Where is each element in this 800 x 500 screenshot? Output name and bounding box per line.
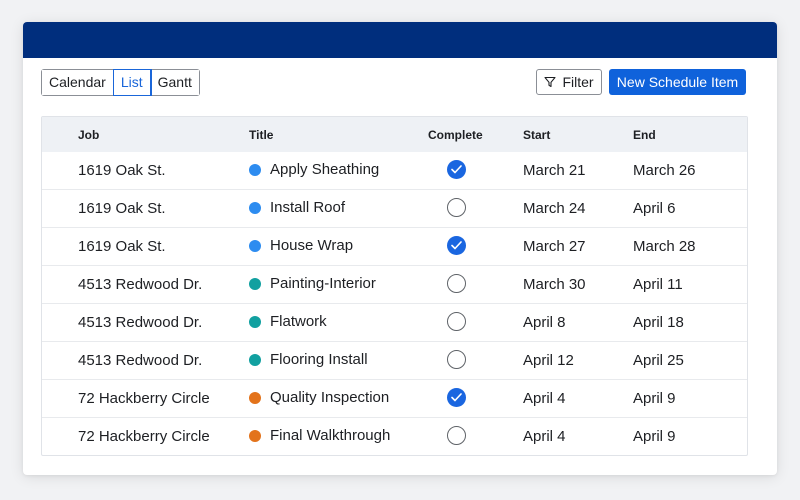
row-end-date: April 9 xyxy=(633,390,676,407)
row-start-date: March 24 xyxy=(523,200,586,217)
schedule-table: Job Title Complete Start End 1619 Oak St… xyxy=(41,116,748,456)
row-job: 4513 Redwood Dr. xyxy=(78,276,203,293)
row-end-date: April 18 xyxy=(633,314,684,331)
complete-checkbox[interactable] xyxy=(447,350,466,369)
status-dot-icon xyxy=(249,239,261,252)
row-title-text: Quality Inspection xyxy=(270,389,390,406)
row-title-text: Install Roof xyxy=(270,199,346,216)
table-body: 1619 Oak St. Apply Sheathing March 21 Ma… xyxy=(42,152,747,455)
row-end-date: April 11 xyxy=(633,276,683,293)
row-title: House Wrap xyxy=(249,237,353,254)
status-dot-icon xyxy=(249,277,261,290)
view-toggle: Calendar List Gantt xyxy=(41,69,200,96)
table-row[interactable]: 4513 Redwood Dr. Painting-Interior March… xyxy=(42,265,747,303)
toolbar: Calendar List Gantt Filter New Schedule … xyxy=(41,69,746,96)
table-row[interactable]: 72 Hackberry Circle Final Walkthrough Ap… xyxy=(42,417,747,455)
row-title: Quality Inspection xyxy=(249,389,389,406)
row-start-date: April 8 xyxy=(523,314,566,331)
row-title: Flatwork xyxy=(249,313,327,330)
row-start-date: April 12 xyxy=(523,352,574,369)
row-title: Flooring Install xyxy=(249,351,368,368)
column-header-end[interactable]: End xyxy=(633,128,656,142)
filter-icon xyxy=(544,76,556,88)
complete-checkbox[interactable] xyxy=(447,388,466,407)
view-gantt-button[interactable]: Gantt xyxy=(150,70,199,95)
status-dot-icon xyxy=(249,315,261,328)
row-start-date: March 21 xyxy=(523,162,586,179)
row-end-date: March 28 xyxy=(633,238,696,255)
schedule-card: Calendar List Gantt Filter New Schedule … xyxy=(23,22,777,475)
row-title: Painting-Interior xyxy=(249,275,376,292)
row-job: 4513 Redwood Dr. xyxy=(78,314,203,331)
row-start-date: March 30 xyxy=(523,276,586,293)
table-row[interactable]: 1619 Oak St. Install Roof March 24 April… xyxy=(42,189,747,227)
row-title: Final Walkthrough xyxy=(249,427,390,444)
status-dot-icon xyxy=(249,429,261,442)
complete-checkbox[interactable] xyxy=(447,426,466,445)
row-title-text: House Wrap xyxy=(270,237,354,254)
column-header-title[interactable]: Title xyxy=(249,128,273,142)
column-header-start[interactable]: Start xyxy=(523,128,550,142)
row-title: Apply Sheathing xyxy=(249,161,379,178)
row-title: Install Roof xyxy=(249,199,345,216)
row-job: 1619 Oak St. xyxy=(78,200,166,217)
new-schedule-item-button[interactable]: New Schedule Item xyxy=(609,69,746,95)
filter-button[interactable]: Filter xyxy=(536,69,602,95)
row-job: 4513 Redwood Dr. xyxy=(78,352,203,369)
row-title-text: Final Walkthrough xyxy=(270,427,391,444)
row-title-text: Painting-Interior xyxy=(270,275,376,292)
table-row[interactable]: 4513 Redwood Dr. Flatwork April 8 April … xyxy=(42,303,747,341)
row-start-date: April 4 xyxy=(523,390,566,407)
table-row[interactable]: 72 Hackberry Circle Quality Inspection A… xyxy=(42,379,747,417)
row-start-date: March 27 xyxy=(523,238,586,255)
status-dot-icon xyxy=(249,353,261,366)
complete-checkbox[interactable] xyxy=(447,274,466,293)
row-end-date: April 25 xyxy=(633,352,684,369)
view-list-button[interactable]: List xyxy=(112,69,152,96)
column-header-job[interactable]: Job xyxy=(78,128,99,142)
table-row[interactable]: 1619 Oak St. House Wrap March 27 March 2… xyxy=(42,227,747,265)
column-header-complete[interactable]: Complete xyxy=(428,128,483,142)
complete-checkbox[interactable] xyxy=(447,236,466,255)
checkmark-icon xyxy=(451,393,462,402)
header-bar xyxy=(23,22,777,58)
row-start-date: April 4 xyxy=(523,428,566,445)
row-end-date: April 6 xyxy=(633,200,676,217)
row-job: 1619 Oak St. xyxy=(78,238,166,255)
row-title-text: Flooring Install xyxy=(270,351,368,368)
checkmark-icon xyxy=(451,241,462,250)
row-title-text: Apply Sheathing xyxy=(270,161,380,178)
row-end-date: April 9 xyxy=(633,428,676,445)
filter-label: Filter xyxy=(562,74,594,90)
table-row[interactable]: 4513 Redwood Dr. Flooring Install April … xyxy=(42,341,747,379)
row-job: 72 Hackberry Circle xyxy=(78,390,210,407)
complete-checkbox[interactable] xyxy=(447,160,466,179)
view-calendar-button[interactable]: Calendar xyxy=(42,70,114,95)
row-end-date: March 26 xyxy=(633,162,696,179)
row-job: 72 Hackberry Circle xyxy=(78,428,210,445)
status-dot-icon xyxy=(249,391,261,404)
checkmark-icon xyxy=(451,165,462,174)
row-title-text: Flatwork xyxy=(270,313,327,330)
status-dot-icon xyxy=(249,163,261,176)
complete-checkbox[interactable] xyxy=(447,198,466,217)
status-dot-icon xyxy=(249,201,261,214)
complete-checkbox[interactable] xyxy=(447,312,466,331)
table-row[interactable]: 1619 Oak St. Apply Sheathing March 21 Ma… xyxy=(42,152,747,189)
row-job: 1619 Oak St. xyxy=(78,162,166,179)
table-header: Job Title Complete Start End xyxy=(42,117,747,152)
